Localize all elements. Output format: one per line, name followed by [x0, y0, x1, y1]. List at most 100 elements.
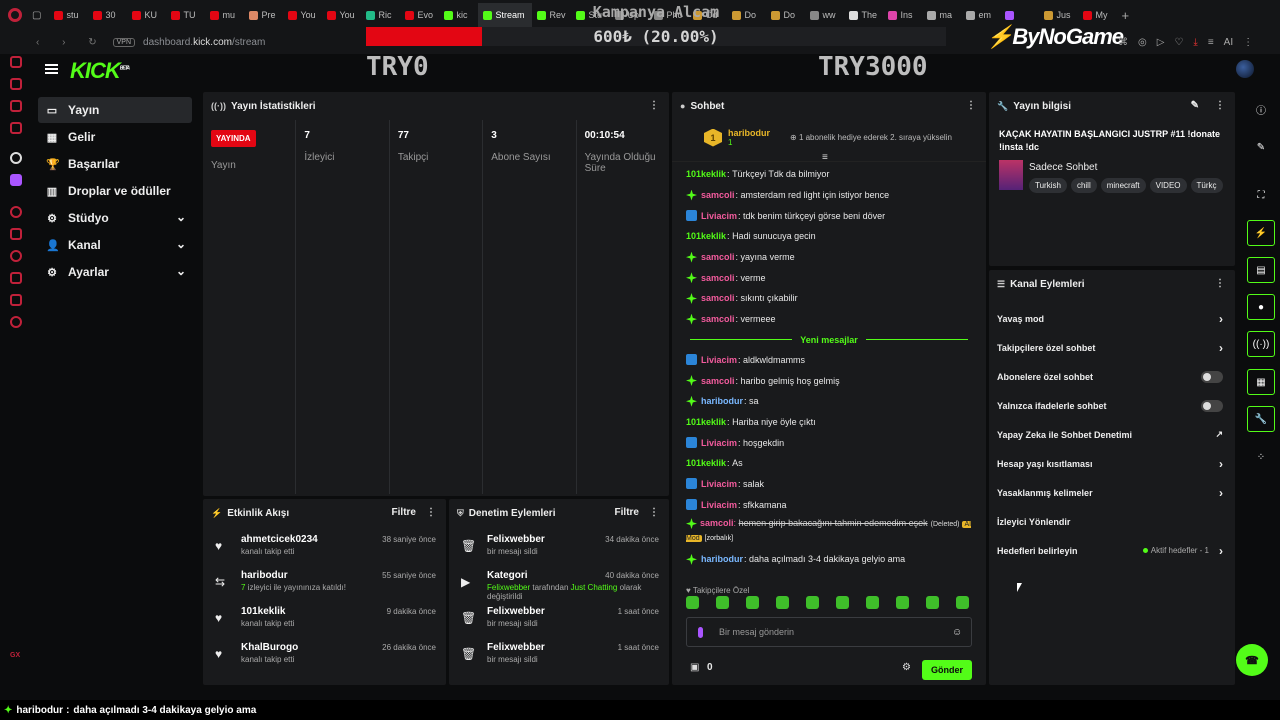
rail-app-icon[interactable] — [10, 174, 22, 186]
rail-play-icon[interactable] — [10, 206, 22, 218]
channel-action-row[interactable]: Yapay Zeka ile Sohbet Denetimi ↗ — [989, 420, 1235, 449]
rail-download-icon[interactable] — [10, 272, 22, 284]
moderation-menu-icon[interactable]: ⋮ — [649, 507, 659, 518]
edit-pencil-icon[interactable]: ✎ — [1191, 100, 1199, 111]
menu-icon[interactable]: ≡ — [1208, 37, 1214, 48]
stream-info-menu-icon[interactable]: ⋮ — [1215, 100, 1225, 111]
chat-username[interactable]: haribodur — [701, 396, 743, 406]
emoji-icon[interactable]: ☺ — [952, 627, 962, 638]
channel-action-row[interactable]: Yavaş mod › — [989, 304, 1235, 333]
browser-tab[interactable]: mu — [205, 3, 244, 27]
emote-icon[interactable] — [896, 596, 909, 609]
send-button[interactable]: Gönder — [922, 660, 972, 680]
stream-tag[interactable]: Türkç — [1190, 178, 1223, 193]
url-field[interactable]: dashboard.kick.com/stream — [143, 37, 265, 48]
browser-tab[interactable]: stu — [49, 3, 88, 27]
emote-icon[interactable] — [836, 596, 849, 609]
emote-icon[interactable] — [686, 596, 699, 609]
chat-settings-icon[interactable]: ⚙ — [902, 662, 911, 673]
rail-broadcast-icon[interactable]: ((·)) — [1247, 331, 1275, 357]
rail-cube-icon[interactable] — [10, 294, 22, 306]
rail-apps-icon[interactable]: ⁘ — [1247, 444, 1275, 470]
browser-tab[interactable]: You — [283, 3, 322, 27]
toggle-switch[interactable] — [1201, 399, 1223, 412]
rail-pencil-icon[interactable]: ✎ — [1247, 134, 1275, 160]
channel-action-row[interactable]: Hedefleri belirleyin › Aktif hedefler - 1 — [989, 536, 1235, 565]
chat-username[interactable]: Liviacim — [701, 479, 737, 489]
rail-history-icon[interactable] — [10, 56, 22, 68]
stream-tag[interactable]: minecraft — [1100, 178, 1146, 193]
heart-icon[interactable]: ♡ — [1174, 37, 1183, 48]
rail-chat-icon[interactable]: ● — [1247, 294, 1275, 320]
activity-filter-button[interactable]: Filtre — [392, 507, 416, 518]
rail-layout-icon[interactable]: ▦ — [1247, 369, 1275, 395]
channel-action-row[interactable]: Yasaklanmış kelimeler › — [989, 478, 1235, 507]
last-msg-user[interactable]: haribodur — [701, 554, 743, 564]
moderation-filter-button[interactable]: Filtre — [615, 507, 639, 518]
rail-twitch-icon[interactable] — [10, 152, 22, 164]
kick-logo[interactable]: KICKBETA — [70, 58, 130, 84]
chat-username[interactable]: Liviacim — [701, 500, 737, 510]
browser-tab[interactable]: 30 — [88, 3, 127, 27]
camera-icon[interactable]: ◎ — [1138, 37, 1147, 48]
browser-tab[interactable]: KU — [127, 3, 166, 27]
rail-chat-icon[interactable] — [10, 100, 22, 112]
download-icon[interactable]: ⤓ — [1193, 37, 1197, 48]
activity-menu-icon[interactable]: ⋮ — [426, 507, 436, 518]
expand-icon[interactable]: ≡ — [822, 152, 828, 163]
chat-username[interactable]: samcoli — [701, 293, 735, 303]
emote-icon[interactable] — [956, 596, 969, 609]
chat-username[interactable]: samcoli — [701, 376, 735, 386]
chat-username[interactable]: 101keklik — [686, 231, 726, 241]
opera-logo-icon[interactable] — [8, 8, 22, 22]
sidebar-item[interactable]: ▦ Gelir — [38, 124, 192, 150]
rail-music-icon[interactable] — [10, 122, 22, 134]
ai-button[interactable]: AI — [1224, 37, 1233, 48]
rail-tools-icon[interactable]: 🔧 — [1247, 406, 1275, 432]
sidebar-item[interactable]: ⚙ Stüdyo ⌄ — [38, 205, 192, 231]
chat-username[interactable]: samcoli — [701, 314, 735, 324]
chat-message-input[interactable]: Bir mesaj gönderin — [686, 617, 972, 647]
rail-notes-icon[interactable]: ▤ — [1247, 257, 1275, 283]
points-icon[interactable]: ▣ — [690, 662, 699, 673]
browser-tab[interactable]: Pre — [244, 3, 283, 27]
vpn-badge[interactable]: VPN — [112, 37, 136, 47]
channel-action-row[interactable]: Hesap yaşı kısıtlaması › — [989, 449, 1235, 478]
browser-nav-buttons[interactable]: ‹ › ↻ — [36, 37, 107, 48]
emote-icon[interactable] — [746, 596, 759, 609]
sidebar-item[interactable]: 🏆 Başarılar — [38, 151, 192, 177]
chat-username[interactable]: 101keklik — [686, 417, 726, 427]
rail-gamepad-icon[interactable] — [10, 78, 22, 90]
sidebar-item[interactable]: ▥ Droplar ve ödüller — [38, 178, 192, 204]
toggle-switch[interactable] — [1201, 370, 1223, 383]
browser-tab[interactable]: TU — [166, 3, 205, 27]
chat-username[interactable]: 101keklik — [686, 458, 726, 468]
rail-bolt-icon[interactable]: ⚡ — [1247, 220, 1275, 246]
chat-username[interactable]: Liviacim — [701, 355, 737, 365]
rail-settings-icon[interactable] — [10, 316, 22, 328]
share-icon[interactable]: ⌘ — [1118, 37, 1128, 48]
new-tab-icon[interactable]: + — [1121, 8, 1129, 23]
play-icon[interactable]: ▷ — [1157, 37, 1165, 48]
stream-tag[interactable]: Turkish — [1029, 178, 1067, 193]
emote-icon[interactable] — [716, 596, 729, 609]
chat-username[interactable]: samcoli — [701, 252, 735, 262]
rail-clock-icon[interactable] — [10, 250, 22, 262]
stats-menu-icon[interactable]: ⋮ — [649, 100, 659, 111]
more-icon[interactable]: ⋮ — [1243, 37, 1253, 48]
rail-info-icon[interactable]: ⓘ — [1247, 96, 1275, 122]
channel-action-row[interactable]: Yalnızca ifadelerle sohbet — [989, 391, 1235, 420]
sidebar-item[interactable]: ▭ Yayın — [38, 97, 192, 123]
chat-menu-icon[interactable]: ⋮ — [966, 100, 976, 111]
stream-tag[interactable]: VIDEO — [1149, 178, 1187, 193]
deleted-msg-user[interactable]: samcoli — [700, 518, 734, 528]
hamburger-menu-icon[interactable] — [45, 64, 58, 74]
tab-sidebar-icon[interactable]: ▢ — [32, 10, 41, 21]
channel-actions-menu-icon[interactable]: ⋮ — [1215, 278, 1225, 289]
stream-tag[interactable]: chill — [1070, 178, 1097, 193]
rail-fullscreen-icon[interactable]: ⛶ — [1247, 182, 1275, 208]
emote-icon[interactable] — [776, 596, 789, 609]
chat-username[interactable]: samcoli — [701, 190, 735, 200]
chat-username[interactable]: 101keklik — [686, 169, 726, 179]
sidebar-item[interactable]: ⚙ Ayarlar ⌄ — [38, 259, 192, 285]
